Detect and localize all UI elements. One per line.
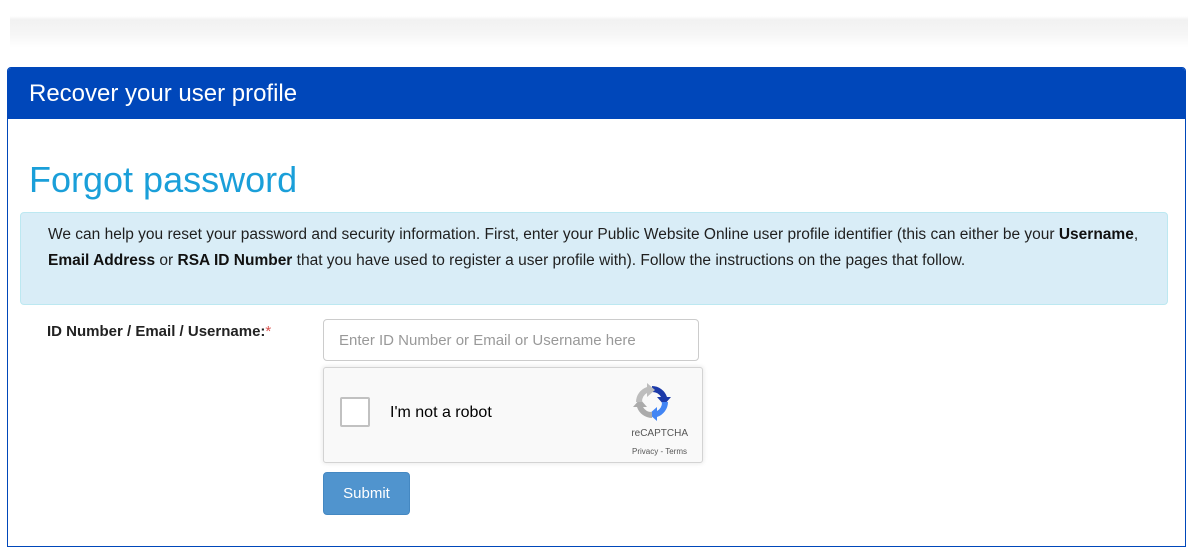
top-navbar	[10, 0, 1188, 48]
info-rsa: RSA ID Number	[177, 252, 293, 269]
id-field-label-text: ID Number / Email / Username:	[47, 323, 266, 340]
recaptcha-links: Privacy - Terms	[632, 447, 687, 456]
recaptcha-widget: I'm not a robot reCAPTCHA Privacy - Term…	[323, 367, 703, 463]
info-message: We can help you reset your password and …	[20, 212, 1168, 305]
recaptcha-brand: reCAPTCHA	[631, 428, 688, 439]
recaptcha-label: I'm not a robot	[390, 404, 492, 421]
recaptcha-logo-icon	[633, 383, 671, 421]
id-field-label: ID Number / Email / Username:*	[47, 323, 271, 340]
info-text-part2: that you have used to register a user pr…	[292, 252, 966, 269]
info-text-part1: We can help you reset your password and …	[48, 226, 1059, 243]
id-email-username-input[interactable]	[323, 319, 699, 361]
info-username: Username	[1058, 226, 1134, 243]
info-sep1: ,	[1133, 226, 1139, 243]
submit-button[interactable]: Submit	[323, 472, 410, 515]
panel-heading: Recover your user profile	[8, 68, 1185, 119]
recaptcha-terms-link[interactable]: Terms	[665, 447, 687, 456]
page-title: Forgot password	[29, 159, 298, 200]
recaptcha-privacy-link[interactable]: Privacy	[632, 447, 658, 456]
recover-profile-panel: Recover your user profile Forgot passwor…	[7, 67, 1186, 547]
recaptcha-checkbox[interactable]	[340, 397, 370, 427]
info-sep2: or	[155, 252, 178, 269]
info-email: Email Address	[48, 252, 156, 269]
required-marker: *	[265, 323, 272, 340]
